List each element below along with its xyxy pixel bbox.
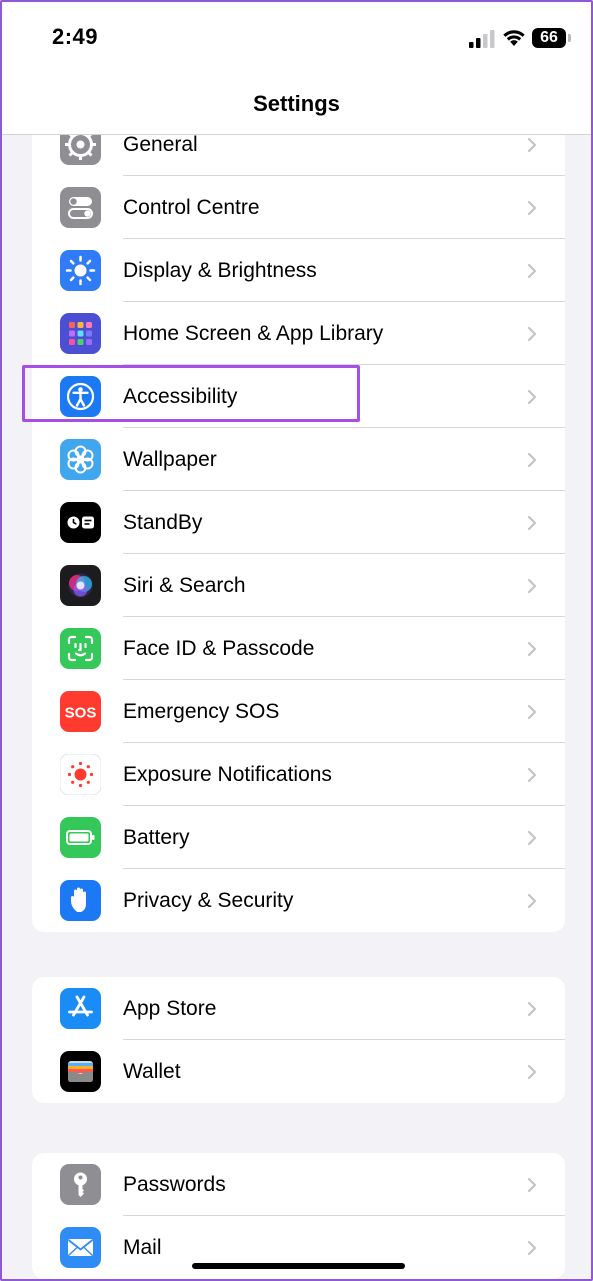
settings-row-label: Siri & Search [123,574,246,597]
status-bar: 2:49 66 [2,2,591,74]
toggles-icon [60,187,101,228]
settings-row-face-id[interactable]: Face ID & Passcode [32,617,565,680]
settings-row-label: Emergency SOS [123,700,280,723]
settings-group-apps-store: App Store Wallet [32,977,565,1103]
chevron-right-icon [527,389,537,405]
wallet-icon [60,1051,101,1092]
chevron-right-icon [527,1001,537,1017]
battery-level: 66 [532,28,566,48]
settings-row-app-store[interactable]: App Store [32,977,565,1040]
settings-row-label: Mail [123,1236,162,1259]
settings-row-emergency-sos[interactable]: SOS Emergency SOS [32,680,565,743]
settings-row-wallet[interactable]: Wallet [32,1040,565,1103]
settings-row-mail[interactable]: Mail [32,1216,565,1279]
chevron-right-icon [527,1177,537,1193]
settings-row-label: Passwords [123,1173,226,1196]
settings-row-label: Home Screen & App Library [123,322,384,345]
svg-text:SOS: SOS [65,705,97,722]
battery-nub [568,34,571,42]
chevron-right-icon [527,452,537,468]
settings-row-display-brightness[interactable]: Display & Brightness [32,239,565,302]
home-indicator[interactable] [192,1263,405,1269]
settings-row-label: Battery [123,826,190,849]
settings-row-general[interactable]: General [32,135,565,176]
settings-row-label: Privacy & Security [123,889,294,912]
settings-row-battery[interactable]: Battery [32,806,565,869]
settings-row-home-screen[interactable]: Home Screen & App Library [32,302,565,365]
app-store-icon [60,988,101,1029]
settings-row-label: Accessibility [123,385,238,408]
phone-screen: 2:49 66 Settings General Control Centre Di… [0,0,593,1281]
chevron-right-icon [527,1240,537,1256]
settings-row-exposure[interactable]: Exposure Notifications [32,743,565,806]
chevron-right-icon [527,326,537,342]
settings-row-label: Control Centre [123,196,260,219]
settings-row-siri-search[interactable]: Siri & Search [32,554,565,617]
accessibility-icon [60,376,101,417]
battery-indicator: 66 [532,28,572,48]
gear-icon [60,135,101,165]
settings-row-label: Wallet [123,1060,181,1083]
page-title: Settings [253,91,340,116]
settings-row-wallpaper[interactable]: Wallpaper [32,428,565,491]
cellular-signal-icon [469,30,495,48]
chevron-right-icon [527,578,537,594]
settings-group-accounts: Passwords Mail [32,1153,565,1279]
settings-row-label: Exposure Notifications [123,763,332,786]
mail-icon [60,1227,101,1268]
face-id-icon [60,628,101,669]
chevron-right-icon [527,200,537,216]
chevron-right-icon [527,704,537,720]
settings-row-label: App Store [123,997,217,1020]
chevron-right-icon [527,515,537,531]
settings-list[interactable]: General Control Centre Display & Brightnes… [2,135,591,1279]
key-icon [60,1164,101,1205]
navigation-bar: Settings [2,74,591,135]
settings-row-label: Wallpaper [123,448,217,471]
settings-row-label: General [123,135,198,156]
standby-icon [60,502,101,543]
settings-row-label: Face ID & Passcode [123,637,315,660]
sun-icon [60,250,101,291]
chevron-right-icon [527,893,537,909]
chevron-right-icon [527,767,537,783]
settings-row-label: StandBy [123,511,203,534]
siri-icon [60,565,101,606]
chevron-right-icon [527,137,537,153]
settings-row-privacy[interactable]: Privacy & Security [32,869,565,932]
hand-icon [60,880,101,921]
app-grid-icon [60,313,101,354]
wifi-icon [503,30,525,46]
settings-row-standby[interactable]: StandBy [32,491,565,554]
settings-group-main: General Control Centre Display & Brightnes… [32,135,565,932]
status-time: 2:49 [52,24,99,49]
chevron-right-icon [527,830,537,846]
flower-icon [60,439,101,480]
exposure-icon [60,754,101,795]
settings-row-label: Display & Brightness [123,259,317,282]
sos-icon: SOS [60,691,101,732]
battery-icon [60,817,101,858]
settings-row-accessibility[interactable]: Accessibility [32,365,565,428]
chevron-right-icon [527,1064,537,1080]
chevron-right-icon [527,263,537,279]
settings-row-control-centre[interactable]: Control Centre [32,176,565,239]
chevron-right-icon [527,641,537,657]
settings-row-passwords[interactable]: Passwords [32,1153,565,1216]
